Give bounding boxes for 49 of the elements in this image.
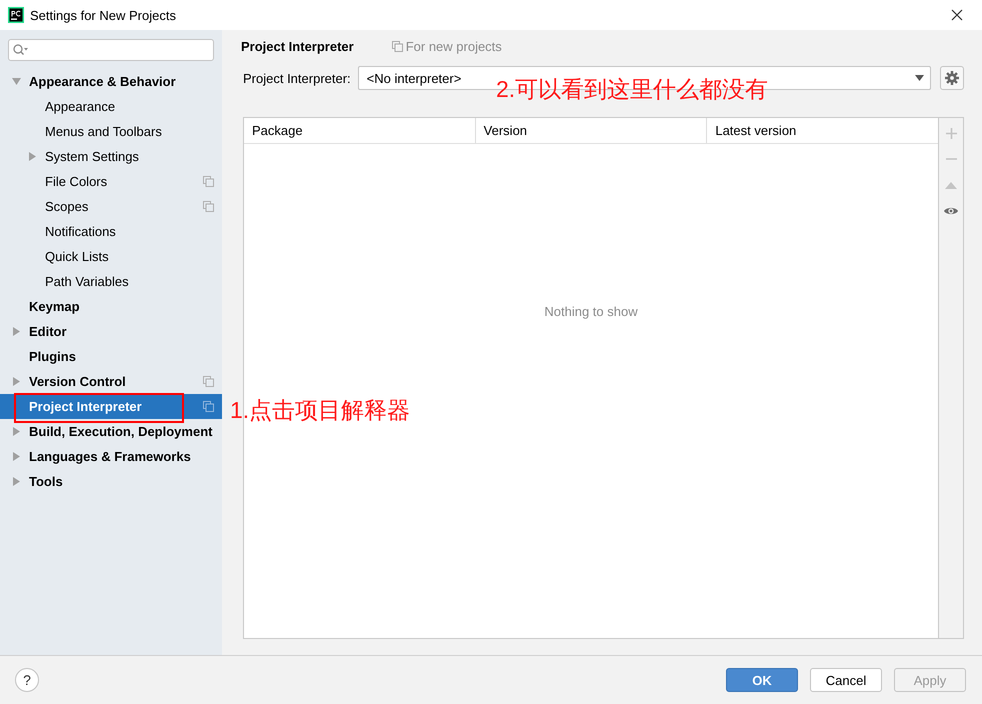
help-button[interactable]: ? (15, 668, 39, 692)
sidebar-item[interactable]: File Colors (0, 169, 222, 194)
sidebar-item[interactable]: Scopes (0, 194, 222, 219)
copy-icon (392, 40, 403, 52)
dropdown-arrow-icon (915, 75, 924, 81)
sidebar-item[interactable]: Keymap (0, 294, 222, 319)
empty-message: Nothing to show (544, 304, 638, 318)
sidebar-item[interactable]: Plugins (0, 344, 222, 369)
annotation-text: 1.点击项目解释器 (230, 396, 410, 425)
copy-icon (203, 401, 214, 412)
page-title: Project Interpreter (241, 38, 354, 54)
sidebar-item[interactable]: Menus and Toolbars (0, 119, 222, 144)
eye-icon[interactable] (944, 206, 958, 216)
column-header[interactable]: Version (476, 118, 708, 143)
copy-icon (203, 176, 214, 187)
close-icon[interactable] (951, 9, 963, 21)
sidebar-item[interactable]: Appearance (0, 94, 222, 119)
search-field[interactable] (8, 39, 214, 61)
copy-icon (203, 376, 214, 387)
settings-icon (945, 71, 959, 85)
scope-note: For new projects (406, 38, 502, 54)
expanded-arrow-icon[interactable] (12, 77, 21, 86)
column-header[interactable]: Package (244, 118, 476, 143)
sidebar-item[interactable]: Editor (0, 319, 222, 344)
column-header[interactable]: Latest version (707, 118, 938, 143)
sidebar-item[interactable]: Project Interpreter (0, 394, 222, 419)
sidebar-item[interactable]: Appearance & Behavior (0, 69, 222, 94)
collapsed-arrow-icon[interactable] (12, 327, 21, 336)
sidebar-item[interactable]: System Settings (0, 144, 222, 169)
interpreter-label: Project Interpreter: (243, 70, 351, 86)
sidebar-item[interactable]: Notifications (0, 219, 222, 244)
window-title: Settings for New Projects (30, 8, 176, 22)
collapsed-arrow-icon[interactable] (28, 152, 37, 161)
sidebar-item[interactable]: Path Variables (0, 269, 222, 294)
sidebar-item[interactable]: Tools (0, 469, 222, 494)
dialog-button[interactable]: Cancel (810, 668, 882, 692)
sidebar-item[interactable]: Build, Execution, Deployment (0, 419, 222, 444)
sidebar-item[interactable]: Version Control (0, 369, 222, 394)
collapsed-arrow-icon[interactable] (12, 377, 21, 386)
settings-button[interactable] (940, 66, 964, 90)
collapsed-arrow-icon[interactable] (12, 477, 21, 486)
app-logo-icon (8, 7, 24, 23)
sidebar-item[interactable]: Quick Lists (0, 244, 222, 269)
search-icon (13, 44, 29, 56)
copy-icon (203, 201, 214, 212)
collapsed-arrow-icon[interactable] (12, 452, 21, 461)
collapsed-arrow-icon[interactable] (12, 427, 21, 436)
dialog-button[interactable]: OK (726, 668, 798, 692)
sidebar-item[interactable]: Languages & Frameworks (0, 444, 222, 469)
